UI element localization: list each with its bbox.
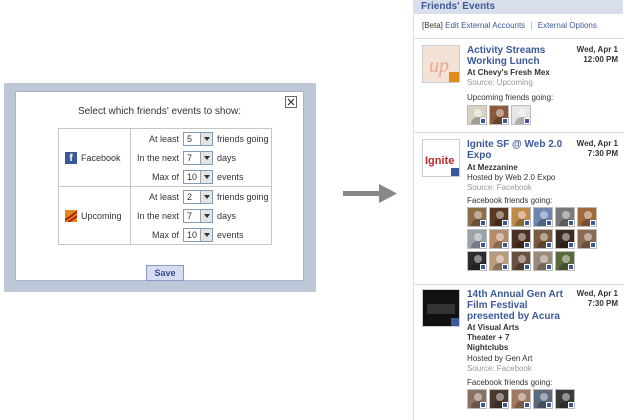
friend-avatar[interactable] [489, 105, 509, 125]
svg-text:Ignite: Ignite [425, 155, 454, 167]
friend-avatar[interactable] [555, 229, 575, 249]
friend-avatar[interactable] [577, 207, 597, 227]
days-ahead-select[interactable]: 7 [183, 150, 213, 165]
friend-avatar[interactable] [577, 229, 597, 249]
event-title-link[interactable]: Activity Streams Working Lunch [467, 45, 563, 67]
event-thumbnail[interactable]: Ignite [422, 139, 460, 177]
event-item: Ignite Ignite SF @ Web 2.0 Expo Wed, Apr… [414, 132, 624, 284]
friend-avatar[interactable] [511, 229, 531, 249]
arrow-right-icon [343, 184, 397, 203]
event-host: Hosted by Gen Art [467, 354, 533, 363]
save-button[interactable]: Save [146, 265, 184, 281]
friend-avatar[interactable] [533, 251, 553, 271]
event-location: At Chevy's Fresh Mex [467, 68, 550, 77]
options-dialog: Select which friends' events to show: f … [15, 91, 304, 281]
friend-avatar[interactable] [555, 207, 575, 227]
friend-avatar[interactable] [533, 207, 553, 227]
event-date: Wed, Apr 1 7:30 PM [576, 289, 618, 308]
panel-links: [Beta] Edit External Accounts | External… [422, 21, 597, 30]
chevron-down-icon [200, 228, 212, 241]
svg-text:up: up [429, 55, 449, 77]
upcoming-icon [65, 209, 77, 222]
friend-avatar[interactable] [533, 229, 553, 249]
close-icon[interactable] [285, 96, 297, 108]
friend-avatar[interactable] [489, 207, 509, 227]
edit-external-accounts-link[interactable]: Edit External Accounts [445, 21, 525, 30]
event-date: Wed, Apr 1 7:30 PM [576, 139, 618, 158]
friends-going-label: Facebook friends going: [467, 196, 553, 205]
friend-avatar[interactable] [467, 207, 487, 227]
days-ahead-select[interactable]: 7 [183, 208, 213, 223]
friends-going-label: Facebook friends going: [467, 378, 553, 387]
chevron-down-icon [200, 170, 212, 183]
chevron-down-icon [200, 151, 212, 164]
option-row: Max of 10 events [151, 169, 244, 184]
beta-label: [Beta] [422, 21, 443, 30]
chevron-down-icon [200, 190, 212, 203]
friend-avatar[interactable] [511, 389, 531, 409]
friend-avatar[interactable] [489, 389, 509, 409]
friend-avatar[interactable] [511, 251, 531, 271]
friend-avatar[interactable] [467, 251, 487, 271]
friends-list [467, 105, 617, 125]
facebook-icon: f [65, 151, 77, 164]
options-dialog-frame: Select which friends' events to show: f … [4, 83, 316, 292]
external-options-link[interactable]: External Options [538, 21, 597, 30]
max-events-select[interactable]: 10 [183, 169, 213, 184]
friend-avatar[interactable] [555, 251, 575, 271]
service-name: Facebook [81, 152, 121, 163]
event-source: Source: Upcoming [467, 78, 533, 87]
friend-avatar[interactable] [489, 229, 509, 249]
service-cell-facebook: f Facebook [58, 128, 131, 187]
option-row: At least 2 friends going [148, 189, 269, 204]
panel-header: Friends' Events [414, 0, 623, 14]
event-item: up Activity Streams Working Lunch Wed, A… [414, 38, 624, 132]
event-source: Source: Facebook [467, 183, 532, 192]
chevron-down-icon [200, 132, 212, 145]
option-row: At least 5 friends going [148, 131, 269, 146]
friend-avatar[interactable] [467, 105, 487, 125]
friend-avatar[interactable] [511, 105, 531, 125]
event-title-link[interactable]: Ignite SF @ Web 2.0 Expo [467, 139, 563, 161]
friend-avatar[interactable] [489, 251, 509, 271]
chevron-down-icon [200, 209, 212, 222]
friend-avatar[interactable] [555, 389, 575, 409]
min-friends-select[interactable]: 5 [183, 131, 213, 146]
event-location: At Mezzanine [467, 163, 518, 172]
friends-list [467, 389, 617, 409]
service-name: Upcoming [81, 210, 122, 221]
dialog-title: Select which friends' events to show: [77, 106, 242, 117]
event-date: Wed, Apr 1 12:00 PM [576, 45, 618, 64]
min-friends-select[interactable]: 2 [183, 189, 213, 204]
option-row: Max of 10 events [151, 227, 244, 242]
event-title-link[interactable]: 14th Annual Gen Art Film Festival presen… [467, 289, 563, 322]
friend-avatar[interactable] [533, 389, 553, 409]
friend-avatar[interactable] [511, 207, 531, 227]
event-thumbnail[interactable]: up [422, 45, 460, 83]
friend-avatar[interactable] [467, 389, 487, 409]
option-row: In the next 7 days [136, 208, 237, 223]
event-item: 14th Annual Gen Art Film Festival presen… [414, 284, 624, 420]
event-thumbnail[interactable] [422, 289, 460, 327]
options-table: f Facebook At least 5 friends going In t… [58, 128, 272, 245]
option-row: In the next 7 days [136, 150, 237, 165]
service-cell-upcoming: Upcoming [58, 186, 131, 245]
friends-going-label: Upcoming friends going: [467, 93, 554, 102]
max-events-select[interactable]: 10 [183, 227, 213, 242]
event-host: Hosted by Web 2.0 Expo [467, 173, 556, 182]
event-source: Source: Facebook [467, 364, 532, 373]
event-location: At Visual Arts Theater + 7 Nightclubs [467, 323, 520, 352]
friends-list [467, 207, 617, 271]
friends-events-panel: Friends' Events [Beta] Edit External Acc… [413, 0, 624, 420]
friend-avatar[interactable] [467, 229, 487, 249]
